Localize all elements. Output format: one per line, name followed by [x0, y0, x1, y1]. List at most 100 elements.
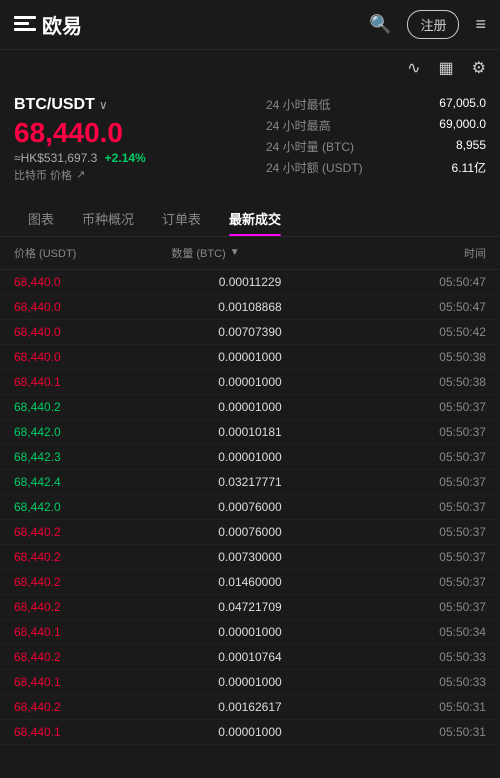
trade-time: 05:50:37	[329, 600, 486, 614]
trade-qty: 0.01460000	[171, 575, 328, 589]
trade-row: 68,440.2 0.01460000 05:50:37	[0, 570, 500, 595]
trade-price: 68,440.0	[14, 300, 171, 314]
stat-value: 67,005.0	[439, 96, 486, 113]
trade-price: 68,440.2	[14, 575, 171, 589]
header-right: 🔍 注册 ≡	[369, 10, 486, 39]
trade-row: 68,440.1 0.00001000 05:50:34	[0, 620, 500, 645]
chart-icon[interactable]: ∿	[407, 58, 420, 78]
trade-price: 68,440.1	[14, 675, 171, 689]
pair-row: BTC/USDT ∨	[14, 96, 266, 114]
trade-qty: 0.00001000	[171, 450, 328, 464]
stat-value: 8,955	[456, 138, 486, 155]
tab-overview[interactable]: 币种概况	[68, 199, 148, 236]
trade-time: 05:50:47	[329, 275, 486, 289]
trade-qty: 0.00001000	[171, 375, 328, 389]
market-right: 24 小时最低67,005.0 24 小时最高 69,000.0 24 小时量 (BT…	[266, 96, 486, 183]
trade-row: 68,440.2 0.00076000 05:50:37	[0, 520, 500, 545]
logo: 欧易	[14, 10, 82, 39]
price-label: 比特币 价格 ↗	[14, 167, 266, 183]
trade-time: 05:50:31	[329, 700, 486, 714]
price-hk-value: ≈HK$531,697.3	[14, 151, 97, 165]
trade-qty: 0.00707390	[171, 325, 328, 339]
stat-row: 24 小时额 (USDT) 6.11亿	[266, 159, 486, 176]
trade-qty: 0.00001000	[171, 725, 328, 739]
tab-chart[interactable]: 图表	[14, 199, 68, 236]
trade-time: 05:50:37	[329, 425, 486, 439]
trade-row: 68,442.4 0.03217771 05:50:37	[0, 470, 500, 495]
trade-price: 68,440.2	[14, 550, 171, 564]
trade-price: 68,440.0	[14, 275, 171, 289]
menu-icon[interactable]: ≡	[475, 14, 486, 35]
trade-time: 05:50:31	[329, 725, 486, 739]
tab-orders[interactable]: 订单表	[148, 199, 215, 236]
pair-name: BTC/USDT	[14, 96, 95, 114]
stat-row: 24 小时最低67,005.0	[266, 96, 486, 113]
search-icon[interactable]: 🔍	[369, 14, 391, 35]
trade-row: 68,442.3 0.00001000 05:50:37	[0, 445, 500, 470]
trade-price: 68,442.0	[14, 500, 171, 514]
trade-price: 68,440.0	[14, 350, 171, 364]
pair-dropdown-icon[interactable]: ∨	[99, 98, 108, 112]
trade-price: 68,440.0	[14, 325, 171, 339]
price-change: +2.14%	[105, 151, 146, 165]
time-column-header: 时间	[329, 245, 486, 261]
trade-row: 68,440.2 0.00001000 05:50:37	[0, 395, 500, 420]
trade-time: 05:50:37	[329, 575, 486, 589]
trade-price: 68,440.2	[14, 525, 171, 539]
stat-row: 24 小时量 (BTC) 8,955	[266, 138, 486, 155]
trade-time: 05:50:38	[329, 350, 486, 364]
trade-price: 68,440.2	[14, 700, 171, 714]
grid-icon[interactable]: ▦	[439, 58, 454, 78]
trade-qty: 0.00730000	[171, 550, 328, 564]
logo-icon	[14, 16, 36, 34]
trade-time: 05:50:34	[329, 625, 486, 639]
trade-qty: 0.00010764	[171, 650, 328, 664]
gear-icon[interactable]: ⚙	[472, 58, 486, 78]
trade-price: 68,442.3	[14, 450, 171, 464]
trade-row: 68,440.1 0.00001000 05:50:31	[0, 720, 500, 745]
trade-qty: 0.00011229	[171, 275, 328, 289]
stat-value: 6.11亿	[452, 159, 486, 176]
trade-time: 05:50:37	[329, 500, 486, 514]
tab-trades[interactable]: 最新成交	[215, 199, 295, 236]
trade-row: 68,440.0 0.00108868 05:50:47	[0, 295, 500, 320]
trade-qty: 0.00001000	[171, 625, 328, 639]
price-column-header: 价格 (USDT)	[14, 245, 171, 261]
trade-time: 05:50:33	[329, 675, 486, 689]
price-hk: ≈HK$531,697.3 +2.14%	[14, 151, 266, 165]
tabs-row: 图表币种概况订单表最新成交	[0, 199, 500, 237]
trade-row: 68,442.0 0.00010181 05:50:37	[0, 420, 500, 445]
stat-label: 24 小时最高	[266, 117, 331, 134]
trade-time: 05:50:37	[329, 400, 486, 414]
header: 欧易 🔍 注册 ≡	[0, 0, 500, 50]
trade-row: 68,440.0 0.00707390 05:50:42	[0, 320, 500, 345]
filter-icon[interactable]: ▼	[230, 247, 240, 258]
trade-qty: 0.00010181	[171, 425, 328, 439]
price-main: 68,440.0	[14, 118, 266, 149]
stat-label: 24 小时量 (BTC)	[266, 138, 354, 155]
trades-list: 68,440.0 0.00011229 05:50:47 68,440.0 0.…	[0, 270, 500, 745]
trade-price: 68,440.2	[14, 600, 171, 614]
trade-qty: 0.00001000	[171, 675, 328, 689]
trade-qty: 0.00108868	[171, 300, 328, 314]
trade-time: 05:50:37	[329, 450, 486, 464]
trade-time: 05:50:38	[329, 375, 486, 389]
trades-header: 价格 (USDT) 数量 (BTC) ▼ 时间	[0, 237, 500, 270]
register-button[interactable]: 注册	[407, 10, 459, 39]
trade-row: 68,440.1 0.00001000 05:50:38	[0, 370, 500, 395]
trade-time: 05:50:37	[329, 525, 486, 539]
stat-value: 69,000.0	[439, 117, 486, 134]
trade-price: 68,440.1	[14, 725, 171, 739]
trade-qty: 0.04721709	[171, 600, 328, 614]
trade-qty: 0.00001000	[171, 350, 328, 364]
trade-qty: 0.03217771	[171, 475, 328, 489]
trade-price: 68,440.1	[14, 625, 171, 639]
qty-column-header: 数量 (BTC) ▼	[171, 245, 328, 261]
stat-label: 24 小时额 (USDT)	[266, 159, 363, 176]
sub-header: ∿ ▦ ⚙	[0, 50, 500, 86]
trade-price: 68,440.1	[14, 375, 171, 389]
trade-time: 05:50:37	[329, 475, 486, 489]
trade-price: 68,442.0	[14, 425, 171, 439]
external-link-icon[interactable]: ↗	[76, 168, 85, 181]
trade-row: 68,440.2 0.00010764 05:50:33	[0, 645, 500, 670]
